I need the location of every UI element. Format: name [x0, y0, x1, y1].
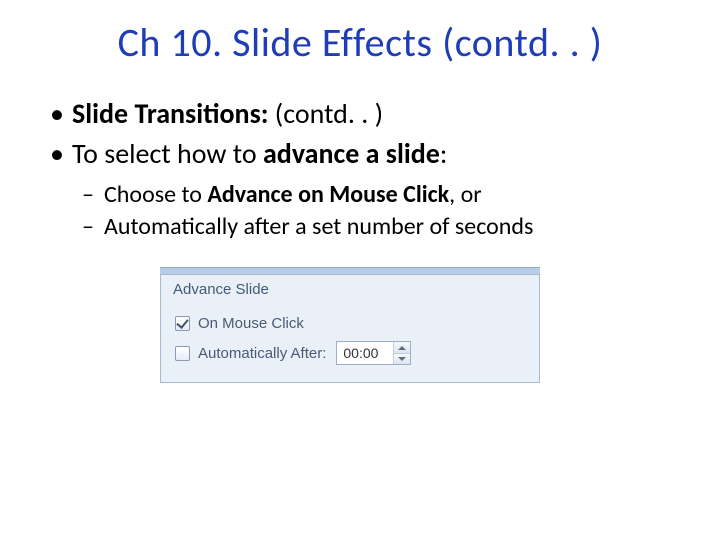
panel-body-box: Advance Slide On Mouse Click Automatical… [160, 274, 540, 383]
panel-header: Advance Slide [161, 275, 539, 306]
ribbon-strip [160, 267, 540, 274]
bullet-list: Slide Transitions: (contd. . ) To select… [40, 95, 680, 173]
time-value[interactable]: 00:00 [337, 342, 393, 364]
bullet-2-post: : [440, 136, 448, 171]
sub-bullet-1: Choose to Advance on Mouse Click, or [82, 179, 680, 211]
checkbox-automatically-after[interactable] [175, 346, 190, 361]
option-on-mouse-click[interactable]: On Mouse Click [175, 308, 529, 338]
spinner-up[interactable] [394, 342, 410, 353]
sub-bullet-2: Automatically after a set number of seco… [82, 211, 680, 243]
bullet-2-pre: To select how to [72, 136, 263, 171]
bullet-1-bold: Slide Transitions: [72, 96, 275, 131]
advance-slide-panel: Advance Slide On Mouse Click Automatical… [160, 267, 540, 383]
bullet-2: To select how to advance a slide: [50, 135, 680, 173]
checkbox-on-mouse-click[interactable] [175, 316, 190, 331]
sub1-bold: Advance on Mouse Click [207, 180, 449, 209]
chevron-up-icon [398, 346, 406, 350]
sub1-pre: Choose to [104, 180, 207, 209]
slide-title: Ch 10. Slide Effects (contd. . ) [40, 18, 680, 67]
option-automatically-after[interactable]: Automatically After: 00:00 [175, 338, 529, 368]
label-automatically-after: Automatically After: [198, 345, 326, 362]
panel-options: On Mouse Click Automatically After: 00:0… [161, 306, 539, 382]
sub-bullet-list: Choose to Advance on Mouse Click, or Aut… [40, 179, 680, 244]
slide: Ch 10. Slide Effects (contd. . ) Slide T… [0, 0, 720, 540]
time-input[interactable]: 00:00 [336, 341, 411, 365]
time-spinner[interactable] [393, 342, 410, 364]
bullet-1-rest: (contd. . ) [275, 96, 383, 131]
bullet-2-bold: advance a slide [263, 136, 440, 171]
bullet-1: Slide Transitions: (contd. . ) [50, 95, 680, 133]
label-on-mouse-click: On Mouse Click [198, 315, 304, 332]
chevron-down-icon [398, 357, 406, 361]
sub1-post: , or [449, 180, 481, 209]
spinner-down[interactable] [394, 353, 410, 365]
